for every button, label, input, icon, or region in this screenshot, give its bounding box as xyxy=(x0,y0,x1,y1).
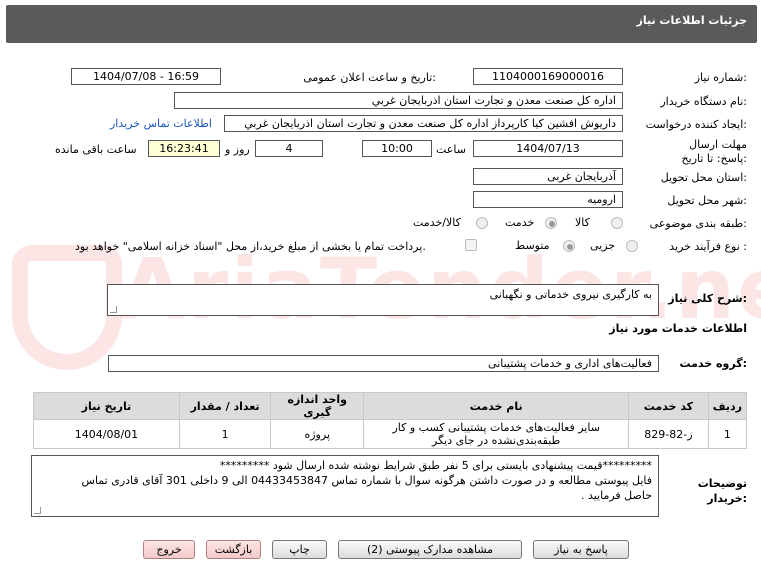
exit-button[interactable]: خروج xyxy=(143,540,195,559)
treasury-payment-note: پرداخت تمام یا بخشی از مبلغ خرید،از محل … xyxy=(75,240,426,253)
treasury-payment-checkbox[interactable] xyxy=(465,239,477,251)
print-button[interactable]: چاپ xyxy=(272,540,327,559)
city-field: ارومیه xyxy=(473,191,623,208)
col-header-unit: واحد اندازه گیری xyxy=(270,392,365,420)
cell-code: ز-82-829 xyxy=(628,419,709,449)
cell-index: 1 xyxy=(707,419,748,449)
announce-field: 1404/07/08 - 16:59 xyxy=(71,68,221,85)
process-medium-radio[interactable] xyxy=(563,240,575,252)
category-both-radio[interactable] xyxy=(476,217,488,229)
need-number-label: شماره نیاز: xyxy=(694,71,747,84)
remaining-days-label: روز و xyxy=(225,143,250,156)
category-service-label: خدمت xyxy=(505,216,535,229)
city-label: شهر محل تحویل: xyxy=(667,194,747,207)
summary-field: به کارگیری نیروی خدماتی و نگهبانی xyxy=(107,284,659,316)
service-group-field: فعالیت‌های اداری و خدمات پشتیبانی xyxy=(108,355,659,372)
creator-label: ایجاد کننده درخواست: xyxy=(645,118,747,131)
notes-resize-handle[interactable] xyxy=(34,507,41,514)
notes-field: *********قیمت پیشنهادی بایستی برای 5 نفر… xyxy=(31,455,659,517)
creator-field: داریوش افشین کیا کارپرداز اداره کل صنعت … xyxy=(224,115,623,132)
process-medium-label: متوسط xyxy=(515,239,550,252)
category-label: طبقه بندی موضوعی: xyxy=(649,217,747,230)
summary-text: به کارگیری نیروی خدماتی و نگهبانی xyxy=(489,288,652,301)
deadline-date-field: 1404/07/13 xyxy=(473,140,623,157)
cell-unit: پروژه xyxy=(270,419,365,449)
services-section-title: اطلاعات خدمات مورد نیاز xyxy=(609,322,747,335)
deadline-label: مهلت ارسال پاسخ: تا تاریخ: xyxy=(681,138,747,165)
service-group-label: گروه خدمت: xyxy=(679,357,747,370)
category-both-label: کالا/خدمت xyxy=(413,216,461,229)
category-goods-radio[interactable] xyxy=(611,217,623,229)
remaining-time-field: 16:23:41 xyxy=(148,140,220,157)
col-header-code: کد خدمت xyxy=(628,392,709,420)
col-header-date: تاریخ نیاز xyxy=(33,392,180,420)
back-button[interactable]: بازگشت xyxy=(206,540,261,559)
category-service-radio[interactable] xyxy=(545,217,557,229)
buyer-label: نام دستگاه خریدار: xyxy=(660,95,747,108)
notes-line-3: حاصل فرمایید . xyxy=(580,489,652,502)
deadline-time-field: 10:00 xyxy=(362,140,432,157)
process-minor-label: جزیی xyxy=(590,239,616,252)
deadline-time-label: ساعت xyxy=(436,143,466,156)
notes-line-1: *********قیمت پیشنهادی بایستی برای 5 نفر… xyxy=(219,459,652,472)
col-header-index: ردیف xyxy=(707,392,748,420)
buyer-contact-link[interactable]: اطلاعات تماس خریدار xyxy=(110,117,212,130)
cell-qty: 1 xyxy=(178,419,272,449)
category-goods-label: کالا xyxy=(575,216,590,229)
table-header-row: تاریخ نیاز تعداد / مقدار واحد اندازه گیر… xyxy=(33,392,748,420)
services-table: تاریخ نیاز تعداد / مقدار واحد اندازه گیر… xyxy=(33,392,748,449)
view-documents-button[interactable]: مشاهده مدارک پیوستی (2) xyxy=(338,540,522,559)
need-number-field: 1104000169000016 xyxy=(473,68,623,85)
process-label: نوع فرآیند خرید : xyxy=(669,240,747,253)
col-header-qty: تعداد / مقدار xyxy=(178,392,272,420)
summary-resize-handle[interactable] xyxy=(110,306,117,313)
notes-line-2: فایل پیوستی مطالعه و در صورت داشتن هرگون… xyxy=(81,474,652,487)
cell-name: سایر فعالیت‌های خدمات پشتیبانی کسب و کار… xyxy=(363,419,630,449)
remaining-time-label: ساعت باقی مانده xyxy=(55,143,137,156)
province-label: استان محل تحویل: xyxy=(660,171,747,184)
cell-date: 1404/08/01 xyxy=(33,419,180,449)
col-header-name: نام خدمت xyxy=(363,392,630,420)
process-minor-radio[interactable] xyxy=(626,240,638,252)
notes-label: توضیحات خریدار: xyxy=(697,477,747,505)
watermark-logo xyxy=(12,245,122,370)
summary-label: شرح کلی نیاز: xyxy=(668,292,747,305)
table-row: 1404/08/01 1 پروژه سایر فعالیت‌های خدمات… xyxy=(33,419,748,449)
buyer-field: اداره کل صنعت معدن و تجارت استان اذربایج… xyxy=(174,92,623,109)
remaining-days-field: 4 xyxy=(255,140,323,157)
province-field: آذربایجان غربی xyxy=(473,168,623,185)
page-title: جزئیات اطلاعات نیاز xyxy=(636,14,748,27)
announce-label: تاریخ و ساعت اعلان عمومی: xyxy=(303,71,436,84)
respond-button[interactable]: پاسخ به نیاز xyxy=(533,540,629,559)
